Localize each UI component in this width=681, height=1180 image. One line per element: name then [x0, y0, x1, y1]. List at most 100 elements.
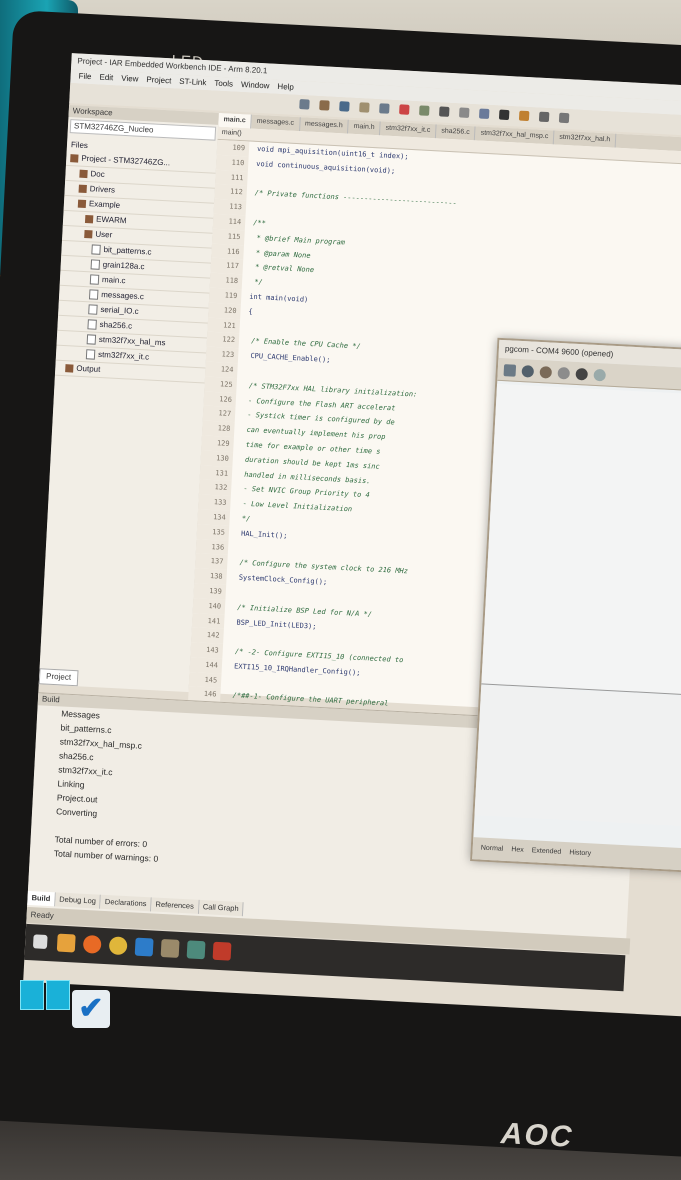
- folder-icon: [70, 154, 79, 163]
- line-number: 117: [210, 258, 244, 275]
- tab-call-graph[interactable]: Call Graph: [198, 899, 244, 917]
- line-number: 135: [196, 524, 230, 541]
- toolbar-button[interactable]: [439, 106, 450, 117]
- terminal-mode-history[interactable]: History: [569, 849, 591, 857]
- code-text: */: [249, 277, 263, 287]
- tree-item-label: grain128a.c: [102, 260, 145, 272]
- toolbar-button[interactable]: [558, 112, 570, 124]
- app-icon[interactable]: [134, 937, 154, 957]
- check-icon: ✔: [72, 990, 110, 1028]
- tree-item-label: EWARM: [95, 214, 127, 226]
- tab-sha256-c[interactable]: sha256.c: [435, 124, 477, 141]
- line-number: 127: [202, 405, 236, 423]
- file-icon: [91, 244, 101, 255]
- screen: Project - IAR Embedded Workbench IDE - A…: [23, 53, 681, 1018]
- tab-main-h[interactable]: main.h: [348, 119, 381, 136]
- line-number: 134: [197, 509, 231, 526]
- code-text: */: [237, 514, 251, 523]
- toolbar-button[interactable]: [379, 103, 390, 114]
- tree-item-label: bit_patterns.c: [103, 245, 152, 257]
- menu-item-tools[interactable]: Tools: [214, 79, 233, 89]
- line-number: 112: [214, 184, 248, 201]
- terminal-icon[interactable]: [186, 940, 206, 960]
- menu-item-stlink[interactable]: ST-Link: [179, 77, 207, 87]
- line-number: 119: [208, 287, 242, 305]
- menu-item-project[interactable]: Project: [146, 75, 171, 85]
- file-icon: [90, 259, 101, 270]
- line-number: 142: [191, 627, 224, 644]
- tab-build[interactable]: Build: [27, 890, 56, 907]
- tree-item-label: Doc: [90, 169, 105, 179]
- line-number: 118: [209, 272, 243, 290]
- terminal-mode-extended[interactable]: Extended: [532, 847, 562, 856]
- tree-item-label: main.c: [101, 274, 126, 286]
- file-explorer-icon[interactable]: [56, 933, 76, 953]
- toolbar-button[interactable]: [538, 111, 550, 123]
- toolbar-button[interactable]: [458, 107, 470, 118]
- line-number: 138: [194, 568, 227, 585]
- line-number: 114: [212, 213, 246, 231]
- toolbar-button[interactable]: [419, 105, 430, 116]
- tab-stm32f7xx-it-c[interactable]: stm32f7xx_it.c: [380, 121, 437, 139]
- toolbar-button[interactable]: [319, 100, 330, 111]
- line-number: 143: [190, 642, 224, 659]
- line-number: 130: [200, 450, 234, 467]
- menu-item-view[interactable]: View: [121, 74, 139, 84]
- tree-item-label: serial_IO.c: [100, 304, 139, 316]
- menu-item-edit[interactable]: Edit: [99, 73, 113, 83]
- toolbar-button[interactable]: [498, 109, 510, 121]
- line-number: 109: [216, 139, 250, 157]
- menu-item-help[interactable]: Help: [277, 82, 294, 92]
- serial-terminal-window[interactable]: pgcom - COM4 9600 (opened) Normal Hex Exte…: [470, 337, 681, 877]
- tab-references[interactable]: References: [151, 897, 200, 914]
- line-number: 128: [201, 420, 235, 438]
- folder-icon: [65, 364, 74, 373]
- line-number: 126: [203, 391, 237, 408]
- line-number: 132: [198, 479, 232, 497]
- terminal-input[interactable]: [474, 685, 681, 831]
- folder-icon: [84, 214, 94, 224]
- toolbar-button[interactable]: [359, 102, 370, 113]
- toolbar-button[interactable]: [339, 101, 350, 112]
- chrome-icon[interactable]: [108, 936, 128, 956]
- tree-item-label: sha256.c: [99, 319, 133, 331]
- tree-item-label: Example: [88, 199, 121, 210]
- toolbar-button[interactable]: [299, 99, 310, 110]
- line-number: 145: [188, 671, 222, 689]
- tab-debug-log[interactable]: Debug Log: [54, 892, 102, 909]
- file-icon: [88, 304, 98, 315]
- terminal-mode-normal[interactable]: Normal: [481, 845, 504, 853]
- line-number: 144: [189, 657, 223, 674]
- windows-start-icon[interactable]: [32, 934, 48, 950]
- toolbar-button[interactable]: [518, 110, 530, 122]
- toolbar-button[interactable]: [399, 104, 410, 115]
- code-text: * @retval None: [250, 263, 315, 275]
- tab-project[interactable]: Project: [38, 668, 79, 687]
- tree-item-label: stm32f7xx_it.c: [97, 349, 150, 362]
- menu-item-window[interactable]: Window: [241, 80, 270, 90]
- app-icon[interactable]: [160, 938, 180, 958]
- tree-item-label: stm32f7xx_hal_ms: [98, 334, 166, 348]
- tab-messages-h[interactable]: messages.h: [299, 117, 350, 134]
- menu-item-file[interactable]: File: [78, 71, 91, 81]
- line-number: 116: [211, 243, 245, 260]
- file-icon: [88, 289, 99, 300]
- terminal-output[interactable]: [481, 383, 681, 701]
- iar-icon[interactable]: [212, 941, 232, 961]
- firefox-icon[interactable]: [82, 934, 102, 954]
- terminal-mode-hex[interactable]: Hex: [511, 846, 524, 854]
- connect-icon[interactable]: [503, 364, 517, 377]
- line-number: 141: [191, 612, 225, 630]
- toolbar-button[interactable]: [478, 108, 490, 120]
- monitor-brand-bottom: AOC: [500, 1117, 575, 1154]
- tab-messages-c[interactable]: messages.c: [251, 114, 301, 132]
- line-number: 110: [215, 154, 249, 172]
- tab-declarations[interactable]: Declarations: [100, 894, 152, 912]
- code-text: CPU_CACHE_Enable();: [246, 351, 331, 365]
